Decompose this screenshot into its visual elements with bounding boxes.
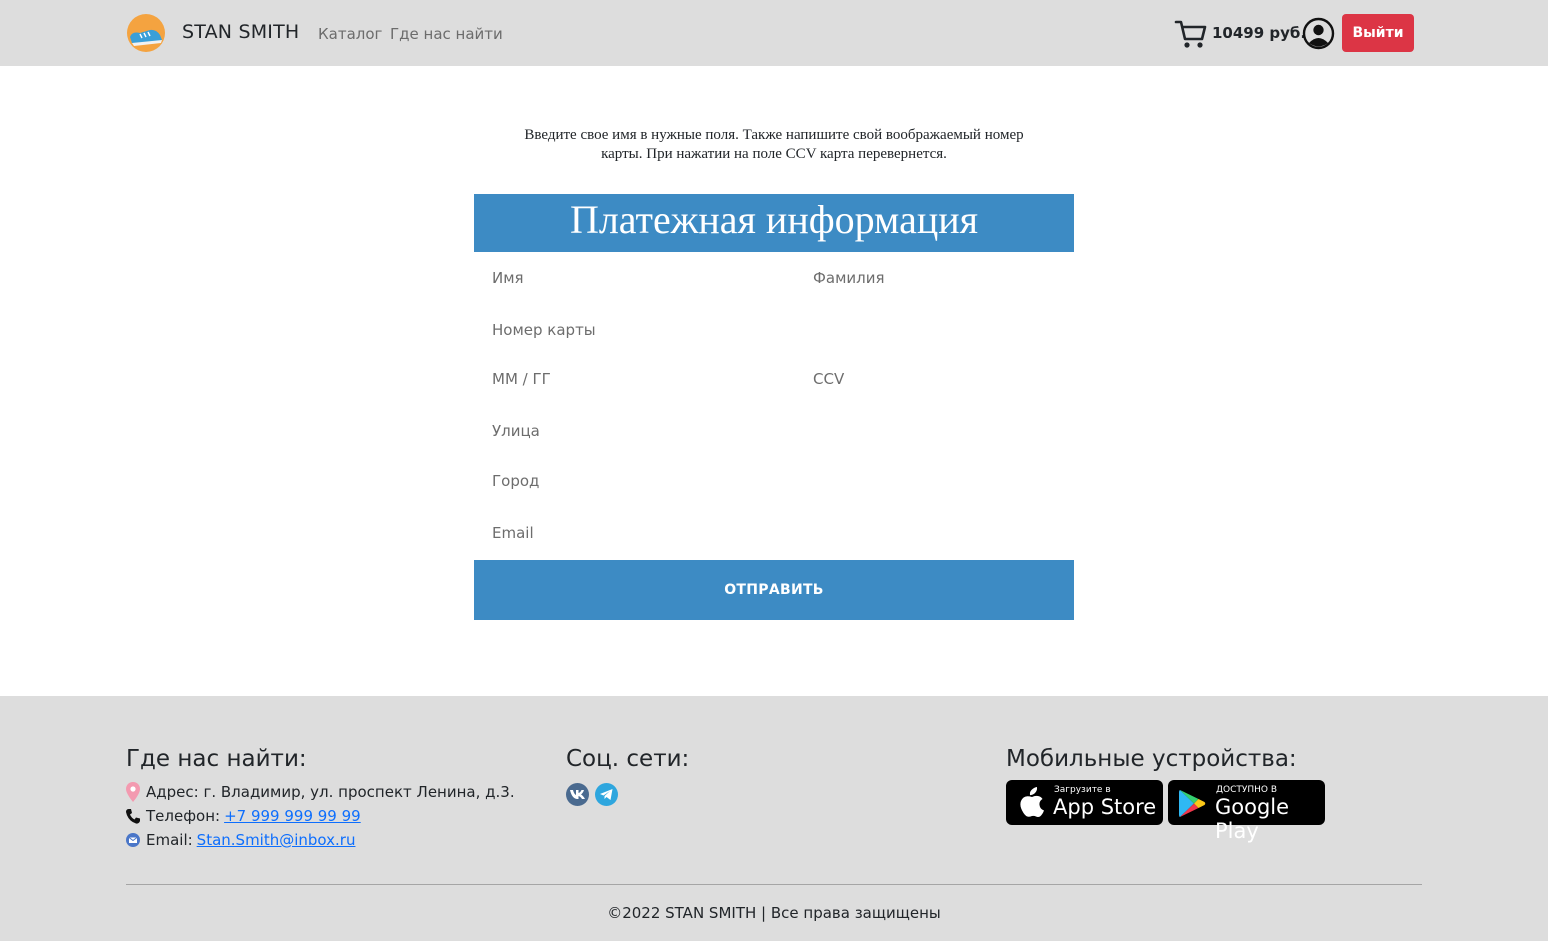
intro-line-1: Введите свое имя в нужные поля. Также на… xyxy=(524,127,1024,143)
first-name-input[interactable] xyxy=(474,258,774,298)
address-text: Адрес: г. Владимир, ул. проспект Ленина,… xyxy=(146,783,515,801)
shopping-cart-icon[interactable] xyxy=(1174,18,1208,50)
expiry-ccv-row xyxy=(474,355,1074,406)
last-name-input[interactable] xyxy=(795,258,1074,298)
intro-line-2: карты. При нажатии на поле CCV карта пер… xyxy=(601,146,947,162)
vk-icon[interactable] xyxy=(566,783,589,806)
footer-divider xyxy=(126,884,1422,885)
card-row xyxy=(474,304,1074,355)
city-row xyxy=(474,457,1074,508)
social-heading: Соц. сети: xyxy=(566,746,690,772)
email-line: Email: Stan.Smith@inbox.ru xyxy=(126,831,355,849)
email-input[interactable] xyxy=(474,513,1074,553)
copyright-text: ©2022 STAN SMITH | Все права защищены xyxy=(607,904,941,922)
payment-form: Платежная информация ОТПРАВИТЬ xyxy=(474,194,1074,620)
submit-button[interactable]: ОТПРАВИТЬ xyxy=(474,560,1074,620)
card-number-input[interactable] xyxy=(474,310,1074,350)
telegram-icon[interactable] xyxy=(595,783,618,806)
name-row xyxy=(474,252,1074,304)
app-store-badge[interactable]: Загрузите в App Store xyxy=(1006,780,1163,825)
sneaker-logo-icon[interactable] xyxy=(126,13,166,53)
email-link[interactable]: Stan.Smith@inbox.ru xyxy=(197,831,356,849)
address-line: Адрес: г. Владимир, ул. проспект Ленина,… xyxy=(126,782,515,802)
nav-link-find-us[interactable]: Где нас найти xyxy=(390,25,503,43)
google-play-small-text: ДОСТУПНО В xyxy=(1216,785,1278,795)
city-input[interactable] xyxy=(474,461,1074,501)
phone-label: Телефон: xyxy=(146,807,221,825)
email-label: Email: xyxy=(146,831,193,849)
intro-text: Введите свое имя в нужные поля. Также на… xyxy=(474,126,1074,164)
apple-icon xyxy=(1020,787,1044,817)
street-input[interactable] xyxy=(474,411,1074,451)
phone-line: Телефон: +7 999 999 99 99 xyxy=(126,807,361,825)
app-store-small-text: Загрузите в xyxy=(1054,785,1111,795)
social-icons xyxy=(566,783,618,806)
street-row xyxy=(474,406,1074,457)
phone-link[interactable]: +7 999 999 99 99 xyxy=(224,807,361,825)
nav-link-catalog[interactable]: Каталог xyxy=(318,25,382,43)
location-pin-icon xyxy=(126,782,140,802)
top-navbar: STAN SMITH Каталог Где нас найти 10499 р… xyxy=(0,0,1548,66)
google-play-big-text: Google Play xyxy=(1215,795,1290,843)
brand-name[interactable]: STAN SMITH xyxy=(182,21,299,43)
mobile-heading: Мобильные устройства: xyxy=(1006,746,1297,772)
expiry-input[interactable] xyxy=(474,359,774,399)
phone-icon xyxy=(126,808,140,824)
find-us-heading: Где нас найти: xyxy=(126,746,307,772)
cart-total[interactable]: 10499 руб. xyxy=(1212,24,1306,42)
footer: Где нас найти: Адрес: г. Владимир, ул. п… xyxy=(0,696,1548,941)
email-row xyxy=(474,508,1074,560)
user-account-icon[interactable] xyxy=(1302,17,1335,50)
google-play-badge[interactable]: ДОСТУПНО В Google Play xyxy=(1168,780,1325,843)
ccv-input[interactable] xyxy=(795,359,1074,399)
logout-button[interactable]: Выйти xyxy=(1342,14,1414,52)
google-play-icon xyxy=(1179,790,1206,817)
app-store-big-text: App Store xyxy=(1053,795,1157,819)
form-title: Платежная информация xyxy=(474,194,1074,252)
email-icon xyxy=(126,833,140,847)
